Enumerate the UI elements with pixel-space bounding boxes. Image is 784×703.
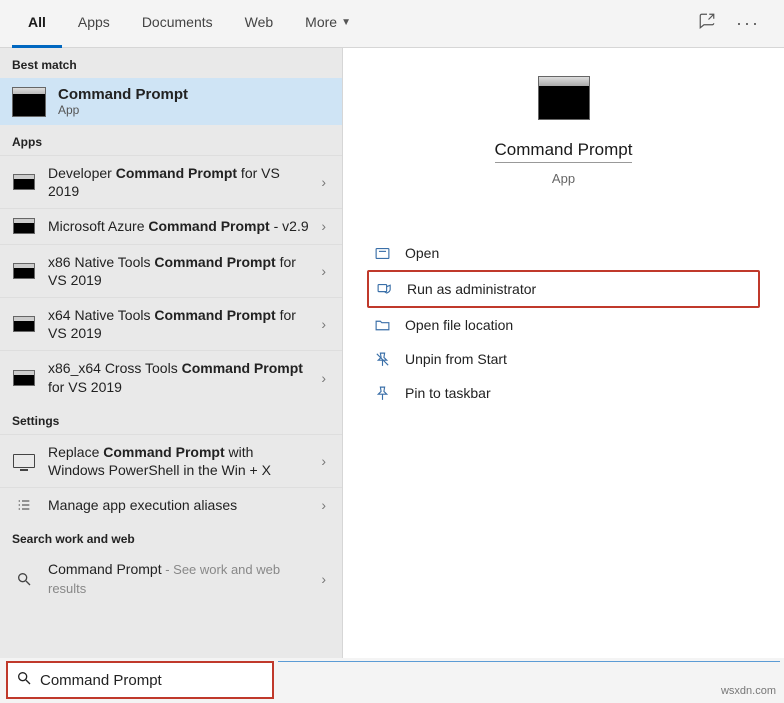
app-result[interactable]: Developer Command Prompt for VS 2019 › [0,155,342,208]
app-result-label: Developer Command Prompt for VS 2019 [48,164,309,200]
tab-all[interactable]: All [12,0,62,48]
monitor-icon [13,454,35,468]
chevron-right-icon[interactable]: › [321,174,330,190]
chevron-right-icon[interactable]: › [321,218,330,234]
app-result-label: Microsoft Azure Command Prompt - v2.9 [48,217,309,235]
command-prompt-icon [13,174,35,190]
action-run-as-administrator[interactable]: Run as administrator [367,270,760,308]
action-label: Open file location [405,317,513,333]
app-result[interactable]: x64 Native Tools Command Prompt for VS 2… [0,297,342,350]
preview-title[interactable]: Command Prompt [495,140,633,163]
tab-documents[interactable]: Documents [126,0,229,48]
settings-result-label: Replace Command Prompt with Windows Powe… [48,443,309,479]
tab-apps[interactable]: Apps [62,0,126,48]
shield-admin-icon [375,280,393,298]
search-input[interactable] [40,672,264,689]
app-result[interactable]: x86 Native Tools Command Prompt for VS 2… [0,244,342,297]
section-best-match: Best match [0,48,342,78]
app-result-label: x86 Native Tools Command Prompt for VS 2… [48,253,309,289]
app-result-label: x64 Native Tools Command Prompt for VS 2… [48,306,309,342]
action-unpin-from-start[interactable]: Unpin from Start [367,342,760,376]
chevron-right-icon[interactable]: › [321,370,330,386]
command-prompt-icon [13,263,35,279]
command-prompt-icon [13,370,35,386]
app-result[interactable]: Microsoft Azure Command Prompt - v2.9 › [0,208,342,243]
action-open-file-location[interactable]: Open file location [367,308,760,342]
command-prompt-icon [12,87,46,117]
section-settings: Settings [0,404,342,434]
preview-pane: Command Prompt App Open Run as administr… [343,48,784,658]
search-tabs-bar: All Apps Documents Web More▼ ··· [0,0,784,48]
app-result[interactable]: x86_x64 Cross Tools Command Prompt for V… [0,350,342,403]
feedback-icon[interactable] [698,12,716,35]
more-options-icon[interactable]: ··· [736,13,760,34]
search-icon [16,670,32,691]
action-label: Unpin from Start [405,351,507,367]
chevron-right-icon[interactable]: › [321,571,330,587]
command-prompt-icon [13,218,35,234]
preview-actions: Open Run as administrator Open file loca… [343,236,784,410]
chevron-right-icon[interactable]: › [321,453,330,469]
folder-icon [373,316,391,334]
pin-icon [373,384,391,402]
best-match-title: Command Prompt [58,86,188,103]
preview-subtitle: App [343,171,784,186]
action-pin-to-taskbar[interactable]: Pin to taskbar [367,376,760,410]
search-box[interactable] [6,661,274,699]
command-prompt-icon [13,316,35,332]
settings-result[interactable]: Replace Command Prompt with Windows Powe… [0,434,342,487]
action-label: Open [405,245,439,261]
action-label: Pin to taskbar [405,385,491,401]
chevron-right-icon[interactable]: › [321,316,330,332]
section-apps: Apps [0,125,342,155]
section-web: Search work and web [0,522,342,552]
best-match-result[interactable]: Command Prompt App [0,78,342,125]
chevron-right-icon[interactable]: › [321,497,330,513]
action-open[interactable]: Open [367,236,760,270]
chevron-right-icon[interactable]: › [321,263,330,279]
web-result-label: Command Prompt - See work and web result… [48,560,309,598]
list-icon [12,496,36,514]
open-icon [373,244,391,262]
focus-indicator [278,661,780,663]
unpin-icon [373,350,391,368]
chevron-down-icon: ▼ [341,17,351,28]
command-prompt-icon [538,76,590,120]
settings-result-label: Manage app execution aliases [48,496,309,514]
search-icon [12,570,36,588]
web-result[interactable]: Command Prompt - See work and web result… [0,552,342,606]
tab-more[interactable]: More▼ [289,0,367,48]
tab-web[interactable]: Web [229,0,290,48]
settings-result[interactable]: Manage app execution aliases › [0,487,342,522]
search-results-main: Best match Command Prompt App Apps Devel… [0,48,784,658]
app-result-label: x86_x64 Cross Tools Command Prompt for V… [48,359,309,395]
best-match-subtitle: App [58,103,188,117]
results-list-pane: Best match Command Prompt App Apps Devel… [0,48,343,658]
action-label: Run as administrator [407,281,536,297]
watermark: wsxdn.com [721,685,776,697]
